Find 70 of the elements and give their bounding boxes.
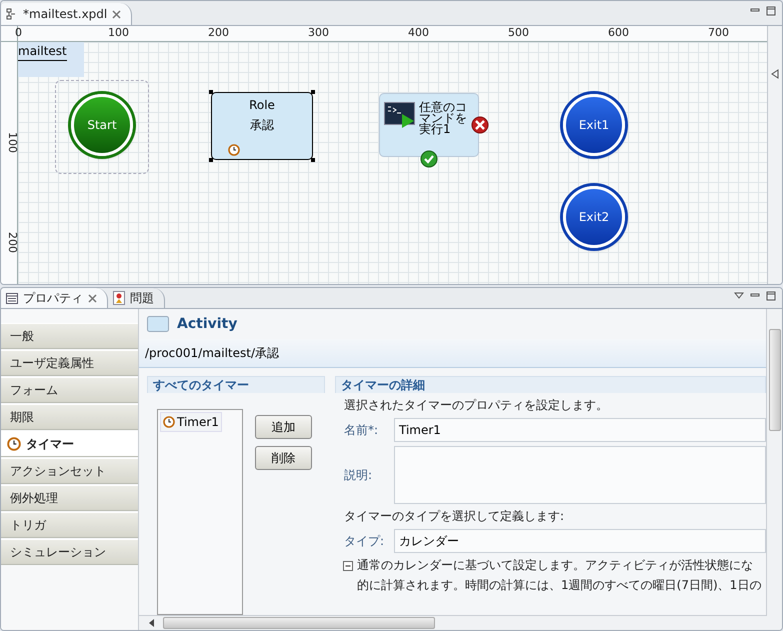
start-event[interactable]: Start: [71, 94, 133, 156]
activity-icon: [147, 316, 169, 332]
description-text: 通常のカレンダーに基づいて設定します。アクティビティが活性状態にな: [357, 557, 754, 574]
category-tab[interactable]: 期限: [1, 404, 138, 430]
collapse-arrow-icon[interactable]: [771, 69, 779, 79]
scroll-left-icon[interactable]: [149, 619, 155, 627]
pool-label: mailtest: [18, 44, 67, 61]
category-tab[interactable]: シミュレーション: [1, 539, 138, 565]
section-title: Activity: [177, 316, 238, 332]
collapse-toggle-icon[interactable]: [343, 561, 353, 571]
ruler-label: 0: [15, 26, 22, 39]
scroll-thumb[interactable]: [769, 329, 781, 431]
task-label: 承認: [250, 119, 274, 131]
end-event[interactable]: Exit2: [563, 186, 625, 248]
description-field[interactable]: [394, 446, 766, 504]
ruler-label: 500: [508, 26, 529, 39]
properties-icon: [6, 292, 18, 304]
maximize-icon[interactable]: [766, 291, 776, 301]
ruler-label: 700: [708, 26, 729, 39]
name-field[interactable]: Timer1: [394, 418, 766, 442]
tab-label: プロパティ: [23, 290, 83, 306]
category-tab[interactable]: トリガ: [1, 512, 138, 538]
view-tab[interactable]: プロパティ: [1, 288, 108, 308]
lane-label: Role: [249, 99, 275, 111]
type-prompt: タイマーのタイプを選択して定義します:: [344, 508, 564, 525]
clock-icon: [7, 437, 21, 451]
section-header: すべてのタイマー: [147, 376, 325, 393]
intro-text: 選択されたタイマーのプロパティを設定します。: [344, 397, 608, 414]
command-task-node[interactable]: 任意のコマンドを実行1: [379, 93, 479, 157]
ruler-label: 200: [6, 232, 19, 253]
problems-icon: [113, 291, 125, 305]
error-icon: [471, 116, 489, 134]
ruler-label: 200: [208, 26, 229, 39]
tab-title: *mailtest.xpdl: [23, 7, 108, 21]
category-tab[interactable]: フォーム: [1, 377, 138, 403]
task-node[interactable]: Role 承認: [211, 92, 313, 160]
end-event[interactable]: Exit1: [563, 94, 625, 156]
category-tab[interactable]: 例外処理: [1, 485, 138, 511]
close-icon[interactable]: [88, 294, 97, 302]
tab-label: 問題: [130, 290, 154, 306]
ruler-label: 100: [6, 132, 19, 153]
timer-item[interactable]: Timer1: [160, 412, 222, 432]
category-tab[interactable]: アクションセット: [1, 458, 138, 484]
check-icon: [420, 150, 438, 168]
field-label: 名前*:: [344, 422, 380, 438]
ruler-label: 300: [308, 26, 329, 39]
ruler-label: 100: [108, 26, 129, 39]
description-text: 的に計算されます。時間の計算には、1週間のすべての曜日(7日間)、1日の: [357, 577, 762, 594]
ruler-label: 600: [608, 26, 629, 39]
terminal-run-icon: [384, 102, 416, 130]
field-label: 説明:: [344, 466, 374, 484]
action-button[interactable]: 削除: [255, 446, 312, 470]
close-icon[interactable]: [112, 10, 122, 18]
editor-tab[interactable]: *mailtest.xpdl: [1, 3, 132, 25]
command-label: 任意のコマンドを実行1: [419, 102, 468, 135]
clock-icon: [163, 416, 175, 428]
category-tab[interactable]: ユーザ定義属性: [1, 350, 138, 376]
category-tab[interactable]: 一般: [1, 323, 138, 349]
action-button[interactable]: 追加: [255, 415, 312, 439]
clock-icon: [228, 144, 240, 156]
view-menu-icon[interactable]: [734, 291, 744, 301]
diagram-icon: [6, 8, 18, 20]
section-header: タイマーの詳細: [335, 376, 766, 393]
type-field[interactable]: カレンダー: [394, 529, 766, 553]
field-label: タイプ:: [344, 532, 386, 550]
maximize-icon[interactable]: [766, 6, 776, 16]
pool-header: [18, 42, 84, 77]
category-tab[interactable]: タイマー: [1, 431, 138, 457]
scroll-thumb[interactable]: [163, 617, 435, 629]
ruler-label: 400: [408, 26, 429, 39]
